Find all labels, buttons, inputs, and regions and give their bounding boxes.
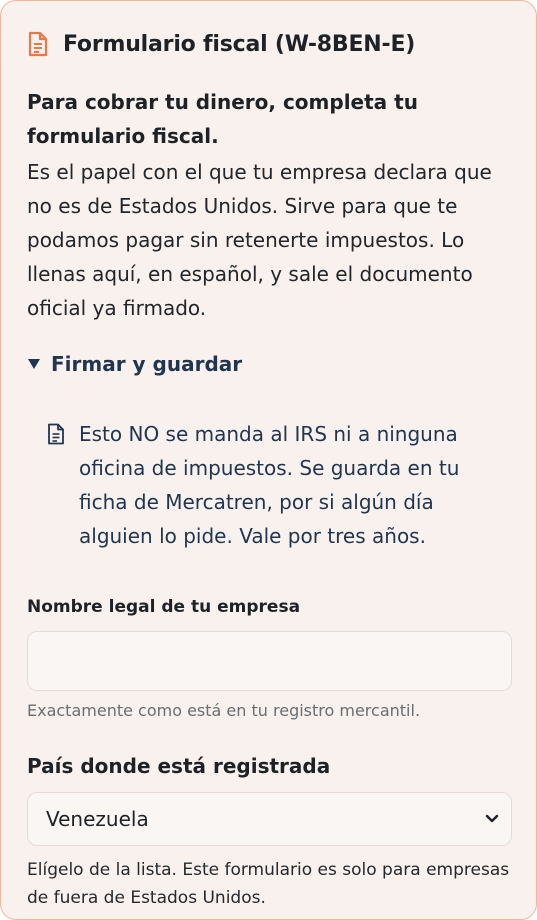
tax-form-card: Formulario fiscal (W-8BEN-E) Para cobrar…: [0, 0, 537, 920]
form-lead: Para cobrar tu dinero, completa tu formu…: [27, 90, 418, 148]
chevron-down-icon: [485, 814, 499, 824]
sign-and-save-toggle[interactable]: Firmar y guardar: [27, 349, 510, 379]
country-select[interactable]: Venezuela: [27, 792, 512, 846]
country-hint: Elígelo de la lista. Este formulario es …: [27, 860, 510, 908]
company-name-hint: Exactamente como está en tu registro mer…: [27, 701, 421, 720]
country-selected-value: Venezuela: [46, 807, 149, 831]
form-description: Es el papel con el que tu empresa declar…: [27, 160, 492, 320]
company-name-input[interactable]: [27, 631, 512, 691]
document-icon: [27, 31, 49, 57]
company-name-label: Nombre legal de tu empresa: [27, 597, 301, 617]
form-title: Formulario fiscal (W-8BEN-E): [63, 31, 416, 57]
form-header: Formulario fiscal (W-8BEN-E): [27, 27, 510, 61]
country-label: País donde está registrada: [27, 754, 331, 778]
irs-note: Esto NO se manda al IRS ni a ninguna ofi…: [27, 417, 510, 553]
triangle-down-icon: [27, 357, 41, 371]
sign-and-save-label: Firmar y guardar: [51, 352, 243, 376]
document-icon: [47, 423, 65, 445]
irs-note-text: Esto NO se manda al IRS ni a ninguna ofi…: [79, 422, 460, 548]
